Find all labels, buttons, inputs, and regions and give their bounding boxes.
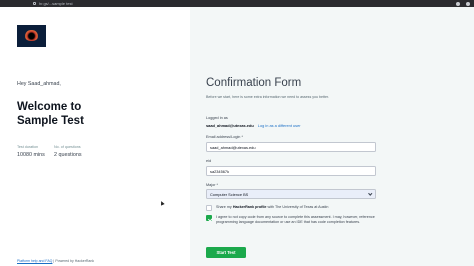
share-profile-row: Share my HackerRank profile with The Uni… — [206, 205, 376, 211]
address-bar[interactable]: hr.gs/...sample test — [39, 1, 73, 6]
company-logo — [17, 25, 46, 47]
major-select[interactable]: Computer Science BS — [206, 189, 376, 199]
agree-checkbox[interactable] — [206, 215, 212, 221]
share-text-pre: Share my — [216, 205, 232, 209]
eid-label: eid — [206, 159, 212, 163]
logged-in-row: saad_ahmad@utexas.edu Log in as a differ… — [206, 123, 301, 128]
powered-by-text: Powered by HackerRank — [55, 259, 95, 263]
agree-row: I agree to not copy code from any source… — [206, 215, 376, 225]
major-label: Major * — [206, 183, 219, 187]
share-text-post: with The University of Texas at Austin — [267, 205, 329, 209]
email-field[interactable]: saad_ahmad@utexas.edu — [206, 142, 376, 152]
test-name: Sample Test — [17, 114, 84, 127]
footer: Platform help and FAQ | Powered by Hacke… — [17, 259, 94, 263]
questions-label: No. of questions — [54, 145, 81, 149]
login-different-user-link[interactable]: Log in as a different user — [258, 123, 301, 128]
major-selected-value: Computer Science BS — [210, 191, 249, 197]
agree-label: I agree to not copy code from any source… — [216, 215, 375, 224]
welcome-heading: Welcome to Sample Test — [17, 101, 84, 128]
welcome-line-1: Welcome to — [17, 101, 82, 113]
duration-value: 10080 mins — [17, 152, 45, 158]
email-label: Email address/Login * — [206, 135, 243, 139]
form-title: Confirmation Form — [206, 77, 302, 89]
share-profile-checkbox[interactable] — [206, 205, 212, 211]
left-panel: Hey Saad_ahmad, Welcome to Sample Test T… — [0, 7, 190, 266]
extension-icon[interactable] — [456, 1, 460, 6]
help-faq-link[interactable]: Platform help and FAQ — [17, 259, 52, 263]
duration-label: Test duration — [17, 145, 39, 149]
form-intro: Before we start, here is some extra info… — [206, 95, 330, 99]
incognito-icon[interactable] — [466, 1, 470, 6]
questions-value: 2 questions — [54, 152, 82, 158]
chevron-down-icon — [367, 191, 372, 196]
confirmation-form-panel: Confirmation Form Before we start, here … — [190, 7, 474, 266]
share-text-bold: HackerRank profile — [232, 205, 267, 209]
greeting-text: Hey Saad_ahmad, — [17, 81, 61, 87]
share-profile-label: Share my HackerRank profile with The Uni… — [216, 205, 376, 210]
start-test-button[interactable]: Start Test — [206, 247, 246, 258]
eid-field[interactable]: sa234567k — [206, 166, 376, 176]
browser-controls — [456, 0, 470, 7]
lock-icon — [33, 2, 36, 5]
logged-in-label: Logged in as — [206, 116, 228, 120]
logged-in-email: saad_ahmad@utexas.edu — [206, 123, 254, 128]
browser-top-bar: hr.gs/...sample test — [0, 0, 474, 7]
